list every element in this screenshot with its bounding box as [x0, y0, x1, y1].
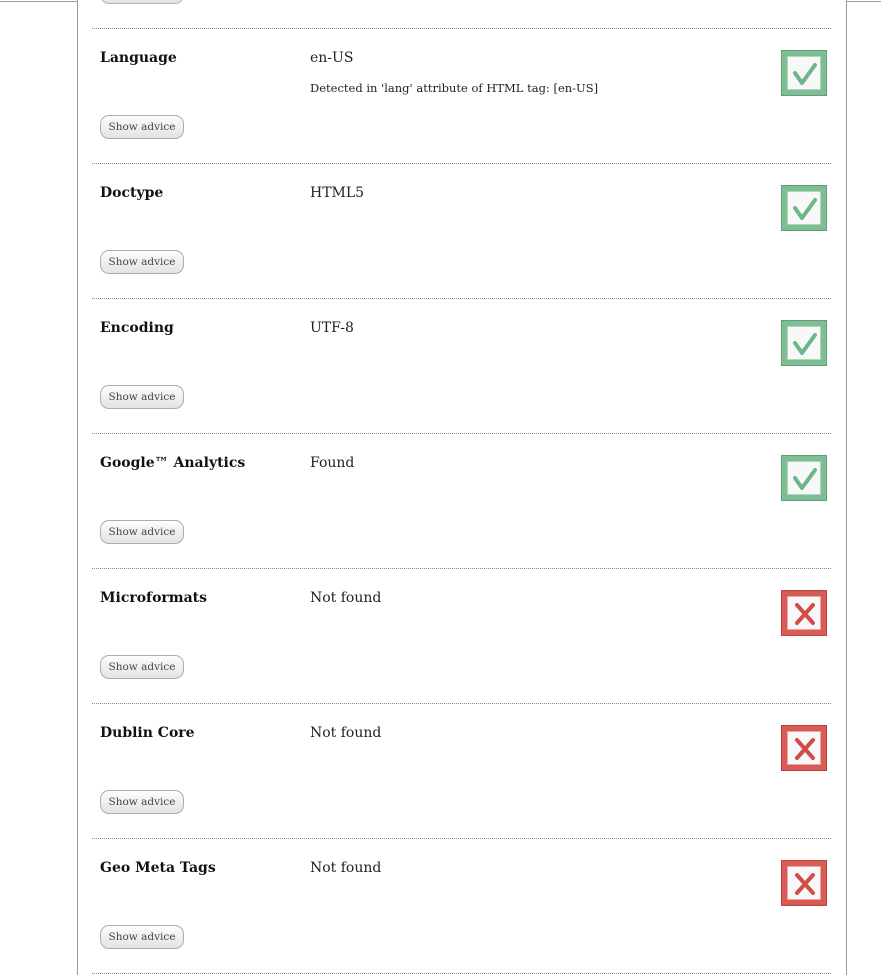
check-icon: [793, 63, 817, 85]
check-icon: [793, 198, 817, 220]
status-badge-fail: [781, 860, 827, 906]
status-badge-pass: [781, 320, 827, 366]
check-value: en-US: [310, 50, 354, 66]
check-row-language: Language en-US Detected in 'lang' attrib…: [92, 28, 831, 163]
check-row-dublin-core: Dublin Core Not found Show advice: [92, 703, 831, 838]
show-advice-button[interactable]: Show advice: [100, 925, 184, 949]
status-badge-fail: [781, 590, 827, 636]
show-advice-button-previous[interactable]: [100, 0, 184, 4]
check-detail: Detected in 'lang' attribute of HTML tag…: [310, 81, 599, 95]
status-badge-pass: [781, 50, 827, 96]
row-divider: [92, 973, 831, 974]
status-badge-pass: [781, 185, 827, 231]
status-badge-pass: [781, 455, 827, 501]
check-value: Found: [310, 455, 355, 471]
check-label: Doctype: [100, 185, 164, 201]
check-row-microformats: Microformats Not found Show advice: [92, 568, 831, 703]
check-icon: [793, 468, 817, 490]
check-row-encoding: Encoding UTF-8 Show advice: [92, 298, 831, 433]
cross-icon: [795, 738, 815, 760]
check-label: Geo Meta Tags: [100, 860, 216, 876]
check-row-doctype: Doctype HTML5 Show advice: [92, 163, 831, 298]
show-advice-button[interactable]: Show advice: [100, 655, 184, 679]
check-value: Not found: [310, 860, 382, 876]
check-row-geo-meta-tags: Geo Meta Tags Not found Show advice: [92, 838, 831, 973]
check-label: Language: [100, 50, 177, 66]
cross-icon: [795, 603, 815, 625]
show-advice-button[interactable]: Show advice: [100, 520, 184, 544]
check-label: Google™ Analytics: [100, 455, 246, 471]
check-value: Not found: [310, 590, 382, 606]
check-label: Dublin Core: [100, 725, 195, 741]
cross-icon: [795, 873, 815, 895]
show-advice-button[interactable]: Show advice: [100, 385, 184, 409]
check-value: UTF-8: [310, 320, 354, 336]
show-advice-button[interactable]: Show advice: [100, 115, 184, 139]
check-label: Microformats: [100, 590, 208, 606]
status-badge-fail: [781, 725, 827, 771]
check-icon: [793, 333, 817, 355]
show-advice-button[interactable]: Show advice: [100, 790, 184, 814]
check-label: Encoding: [100, 320, 174, 336]
show-advice-button[interactable]: Show advice: [100, 250, 184, 274]
check-value: Not found: [310, 725, 382, 741]
check-value: HTML5: [310, 185, 365, 201]
check-row-google-analytics: Google™ Analytics Found Show advice: [92, 433, 831, 568]
